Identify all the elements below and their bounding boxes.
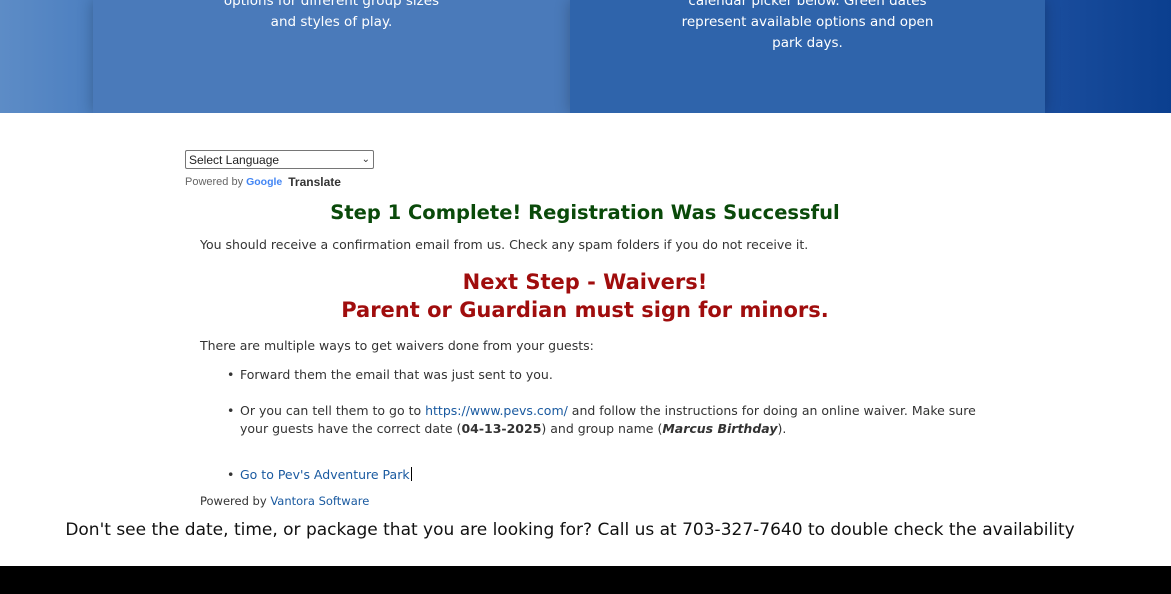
confirmation-text: You should receive a confirmation email … xyxy=(200,237,809,252)
waiver-options-list: Forward them the email that was just sen… xyxy=(227,366,980,484)
list-item: Forward them the email that was just sen… xyxy=(227,366,980,384)
availability-note: Don't see the date, time, or package tha… xyxy=(65,520,1075,540)
list-item: Go to Pev's Adventure Park xyxy=(227,466,980,484)
step1-heading: Step 1 Complete! Registration Was Succes… xyxy=(330,201,840,224)
item1-text: Forward them the email that was just sen… xyxy=(240,367,553,382)
panel-left-text: options for different group sizes and st… xyxy=(93,0,570,33)
event-date: 04-13-2025 xyxy=(461,421,542,436)
bottom-bar xyxy=(0,566,1171,594)
panel-right-text: calendar picker below. Green dates repre… xyxy=(570,0,1045,54)
panel-right-line: represent available options and open xyxy=(681,14,934,30)
google-logo-icon: Google xyxy=(246,176,283,188)
item2-end: ). xyxy=(777,421,787,436)
panel-right-line: park days. xyxy=(772,35,843,51)
panel-right-line: calendar picker below. Green dates xyxy=(688,0,927,9)
vendor-link[interactable]: Vantora Software xyxy=(270,494,369,508)
powered-by-vendor: Powered by Vantora Software xyxy=(200,494,369,508)
waiver-intro: There are multiple ways to get waivers d… xyxy=(200,338,594,353)
top-banner: options for different group sizes and st… xyxy=(0,0,1171,113)
powered-by-text: Powered by xyxy=(200,494,271,508)
item2-mid2: ) and group name ( xyxy=(541,421,663,436)
group-name: Marcus Birthday xyxy=(662,421,778,436)
translate-link[interactable]: Translate xyxy=(288,175,341,189)
next-step-line2: Parent or Guardian must sign for minors. xyxy=(341,298,829,322)
language-select[interactable]: Select Language ⌄ xyxy=(185,150,374,169)
list-item: Or you can tell them to go to https://ww… xyxy=(227,402,980,438)
info-panel-left: options for different group sizes and st… xyxy=(93,0,570,113)
chevron-down-icon: ⌄ xyxy=(361,154,370,165)
panel-left-line: options for different group sizes xyxy=(223,0,440,9)
adventure-park-link[interactable]: Go to Pev's Adventure Park xyxy=(240,467,410,482)
panel-left-line: and styles of play. xyxy=(270,14,393,30)
language-select-value: Select Language xyxy=(189,152,280,167)
google-translate-widget: Select Language ⌄ Powered by Google Tran… xyxy=(185,150,374,189)
powered-by-label: Powered by xyxy=(185,176,244,188)
next-step-heading: Next Step - Waivers! Parent or Guardian … xyxy=(185,268,985,324)
text-cursor xyxy=(410,467,412,481)
powered-by-google: Powered by Google Translate xyxy=(185,175,374,189)
item2-prefix: Or you can tell them to go to xyxy=(240,403,426,418)
info-panel-right: calendar picker below. Green dates repre… xyxy=(570,0,1045,113)
next-step-line1: Next Step - Waivers! xyxy=(462,270,708,294)
pevs-website-link[interactable]: https://www.pevs.com/ xyxy=(425,403,568,418)
